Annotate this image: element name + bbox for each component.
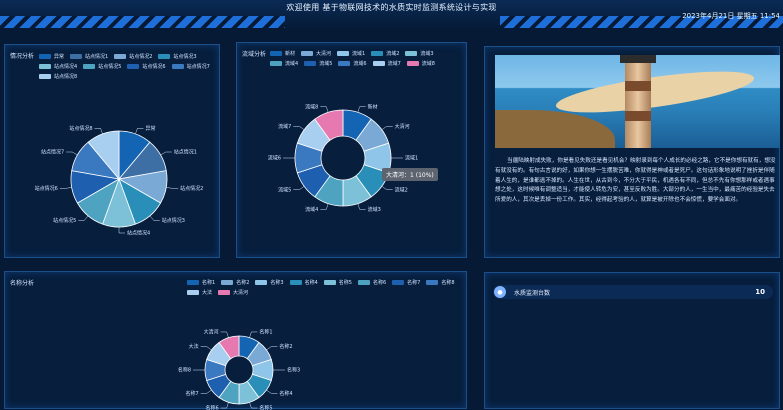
monitor-count-label: 水质监测台数 (514, 289, 551, 297)
pie-slice-label: 名称4 (279, 390, 292, 397)
page-title: 欢迎使用 基于物联网技术的水质实时监测系统设计与实现 (286, 3, 497, 12)
pie-slice-label: 名称3 (287, 367, 300, 374)
basin-donut-chart: 新材大清河流域1 流域2 流域3 流域4 流域5 流域6 流域7 流域8 (268, 103, 418, 213)
pie-slice-label: 站点情况3 (162, 217, 185, 224)
pie-slice-label: 站点情况1 (174, 149, 197, 156)
basin-analysis-panel: 流域分析 新材 大清河 流域1 流域2 流域3 流域4 流域5 流域6 流域7 流域8 新材 大清河… (236, 42, 467, 258)
label-leader-line (118, 227, 125, 234)
label-leader-line (59, 187, 72, 189)
label-leader-line (320, 203, 329, 210)
intro-panel: 当疆陆映射成失败，你是看见失败还是看见机会？映射录到每个人成长的必经之路，它不是… (484, 46, 780, 258)
pie-slice-label: 流域3 (368, 206, 381, 213)
label-leader-line (249, 331, 258, 338)
label-leader-line (200, 389, 212, 394)
name-analysis-panel: 名称分析 名称1 名称2 名称3 名称4 名称5 名称6 名称7 名称8 大法 大清河 名称1 名称… (4, 271, 467, 410)
label-leader-line (293, 186, 305, 190)
label-leader-line (266, 389, 278, 394)
label-leader-line (249, 402, 258, 409)
pie-slice-label: 站点情况8 (69, 125, 92, 132)
pie-slice-label: 名称8 (178, 367, 191, 374)
pie-slice-label: 流域2 (395, 186, 408, 193)
label-leader-line (357, 203, 366, 210)
monitor-icon: ● (494, 286, 506, 298)
header-decoration-left (0, 16, 285, 28)
label-leader-line (200, 346, 212, 351)
lighthouse-image (495, 55, 780, 148)
pie-slice-label: 站点情况4 (127, 230, 150, 237)
label-leader-line (135, 128, 144, 134)
pie-slice-label: 流域6 (268, 155, 281, 162)
pie-slice-label: 流域5 (278, 186, 291, 193)
label-leader-line (293, 126, 305, 130)
label-leader-line (357, 106, 366, 113)
pie-slice-label: 流域7 (278, 123, 291, 130)
label-leader-line (160, 151, 172, 156)
pie-slice-label: 新材 (368, 103, 378, 110)
name-donut-chart: 名称1 名称2 名称3 名称4 名称5 名称6 名称7 名称8 大法大清河 (178, 329, 300, 410)
pie-slice-label: 站点情况7 (41, 149, 64, 156)
label-leader-line (266, 346, 278, 351)
label-leader-line (166, 187, 179, 189)
label-leader-line (220, 331, 229, 338)
label-leader-line (94, 128, 103, 134)
pie-slice-label: 站点情况2 (180, 185, 203, 192)
stats-panel: ● 水质监测台数 10 (484, 272, 780, 409)
label-leader-line (381, 186, 393, 190)
status-pie-chart: 异常站点情况1 站点情况2 站点情况3 站点情况4 站点情况5 站点情况6 站点情况7 站点情… (35, 125, 204, 237)
pie-slice-label: 名称1 (259, 329, 272, 336)
label-leader-line (320, 106, 329, 113)
status-analysis-panel: 情况分析 异常 站点情况1 站点情况2 站点情况3 站点情况4 站点情况5 站点情况6 站点情… (4, 44, 220, 258)
datetime-display: 2023年4月21日 星期五 11:54 (682, 12, 780, 20)
pie-slice-label: 名称2 (279, 343, 292, 350)
pie-slice-label: 名称5 (259, 405, 272, 410)
monitor-count-value: 10 (755, 288, 765, 296)
pie-slice-label: 异常 (145, 125, 155, 132)
intro-paragraph: 当疆陆映射成失败，你是看见失败还是看见机会？映射录到每个人成长的必经之路，它不是… (495, 158, 776, 204)
pie-slice-label: 流域8 (305, 103, 318, 110)
pie-slice-label: 站点情况6 (35, 185, 58, 192)
label-leader-line (149, 215, 160, 221)
label-leader-line (381, 126, 393, 130)
pie-slice-label: 大清河 (204, 329, 219, 336)
label-leader-line (220, 402, 229, 409)
pie-slice-label: 大法 (189, 343, 199, 350)
pie-slice-label: 站点情况5 (53, 217, 76, 224)
pie-slice-label: 流域1 (405, 155, 418, 162)
pie-slice-label: 大清河 (395, 123, 410, 130)
monitor-count-row: ● 水质监测台数 10 (493, 285, 773, 299)
pie-slice-label: 名称7 (185, 390, 198, 397)
label-leader-line (66, 151, 78, 156)
pie-slice-label: 流域4 (305, 206, 318, 213)
header-bar: 欢迎使用 基于物联网技术的水质实时监测系统设计与实现 2023年4月21日 星期… (0, 0, 783, 30)
pie-slice-label: 名称6 (205, 405, 218, 410)
label-leader-line (78, 215, 89, 221)
chart-tooltip: 大清河：1 (10%) (382, 168, 438, 181)
